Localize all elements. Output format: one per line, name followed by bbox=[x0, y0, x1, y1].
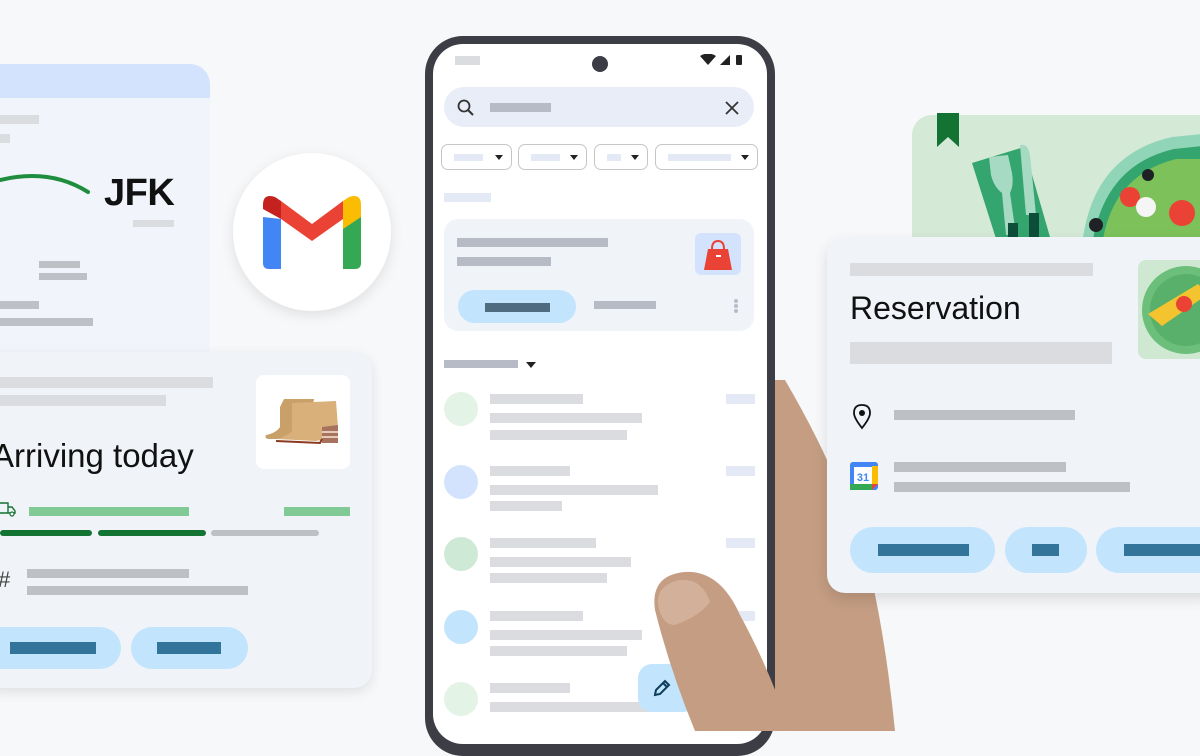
placeholder-text bbox=[0, 318, 93, 326]
promo-thumbnail bbox=[695, 233, 741, 275]
time-text bbox=[894, 482, 1130, 492]
view-order-button[interactable] bbox=[131, 627, 248, 669]
chevron-down-icon[interactable] bbox=[526, 362, 536, 368]
clear-icon[interactable] bbox=[725, 101, 739, 115]
placeholder-text bbox=[0, 395, 166, 406]
boot-icon bbox=[265, 399, 338, 445]
placeholder-text bbox=[27, 586, 248, 595]
food-plate-icon bbox=[1142, 266, 1200, 354]
placeholder-text bbox=[133, 220, 174, 227]
placeholder-text bbox=[0, 377, 213, 388]
date-text bbox=[894, 462, 1066, 472]
chevron-down-icon bbox=[495, 155, 503, 160]
flight-arc-icon bbox=[0, 174, 90, 194]
svg-text:31: 31 bbox=[857, 472, 869, 484]
battery-icon bbox=[736, 55, 742, 65]
placeholder-text bbox=[27, 569, 189, 578]
filter-chip[interactable] bbox=[441, 144, 512, 170]
search-query bbox=[490, 103, 551, 112]
placeholder-text bbox=[850, 263, 1093, 276]
section-label bbox=[444, 193, 491, 202]
avatar bbox=[444, 465, 478, 499]
signal-icon bbox=[720, 55, 730, 65]
flight-card-header bbox=[0, 64, 210, 98]
progress-step-2 bbox=[98, 530, 206, 536]
reservation-action-button[interactable] bbox=[1096, 527, 1200, 573]
promo-secondary-link[interactable] bbox=[594, 301, 656, 309]
order-number-icon: # bbox=[0, 567, 10, 593]
search-icon bbox=[457, 99, 474, 116]
placeholder-text bbox=[0, 301, 39, 309]
placeholder-text bbox=[0, 115, 39, 124]
placeholder-text bbox=[39, 273, 87, 280]
gmail-m-icon bbox=[263, 196, 361, 269]
avatar bbox=[444, 537, 478, 571]
reservation-action-button[interactable] bbox=[850, 527, 995, 573]
destination-code: JFK bbox=[104, 172, 175, 214]
product-thumbnail bbox=[256, 375, 350, 469]
progress-step-3 bbox=[211, 530, 319, 536]
status-text bbox=[29, 507, 189, 516]
avatar bbox=[444, 610, 478, 644]
address-text bbox=[894, 410, 1075, 420]
placeholder-text bbox=[850, 342, 1112, 364]
wifi-icon bbox=[700, 54, 716, 65]
camera-icon bbox=[592, 56, 608, 72]
filter-chip[interactable] bbox=[594, 144, 648, 170]
bookmark-icon[interactable] bbox=[937, 113, 959, 147]
search-bar[interactable] bbox=[444, 87, 754, 127]
avatar bbox=[444, 682, 478, 716]
track-package-button[interactable] bbox=[0, 627, 121, 669]
chevron-down-icon bbox=[741, 155, 749, 160]
placeholder-text bbox=[39, 261, 80, 268]
filter-chip[interactable] bbox=[655, 144, 758, 170]
filter-chip[interactable] bbox=[518, 144, 587, 170]
chevron-down-icon bbox=[631, 155, 639, 160]
promo-action-button[interactable] bbox=[458, 290, 576, 323]
promo-title bbox=[457, 238, 608, 247]
progress-step-1 bbox=[0, 530, 92, 536]
handbag-icon bbox=[704, 239, 732, 270]
placeholder-text bbox=[0, 134, 10, 143]
status-bar-time bbox=[455, 56, 480, 65]
calendar-icon: 31 bbox=[850, 462, 878, 490]
promo-subtitle bbox=[457, 257, 551, 266]
status-date bbox=[284, 507, 350, 516]
reservation-title: Reservation bbox=[850, 290, 1021, 326]
reservation-action-button[interactable] bbox=[1005, 527, 1087, 573]
restaurant-thumbnail bbox=[1138, 260, 1200, 359]
avatar bbox=[444, 392, 478, 426]
chevron-down-icon bbox=[570, 155, 578, 160]
gmail-logo bbox=[233, 153, 391, 311]
location-pin-icon bbox=[853, 404, 871, 430]
more-vert-icon[interactable] bbox=[732, 298, 740, 316]
inbox-section-label bbox=[444, 360, 518, 368]
truck-icon bbox=[0, 502, 16, 517]
status-icons bbox=[700, 54, 742, 65]
package-status-title: Arriving today bbox=[0, 437, 194, 474]
